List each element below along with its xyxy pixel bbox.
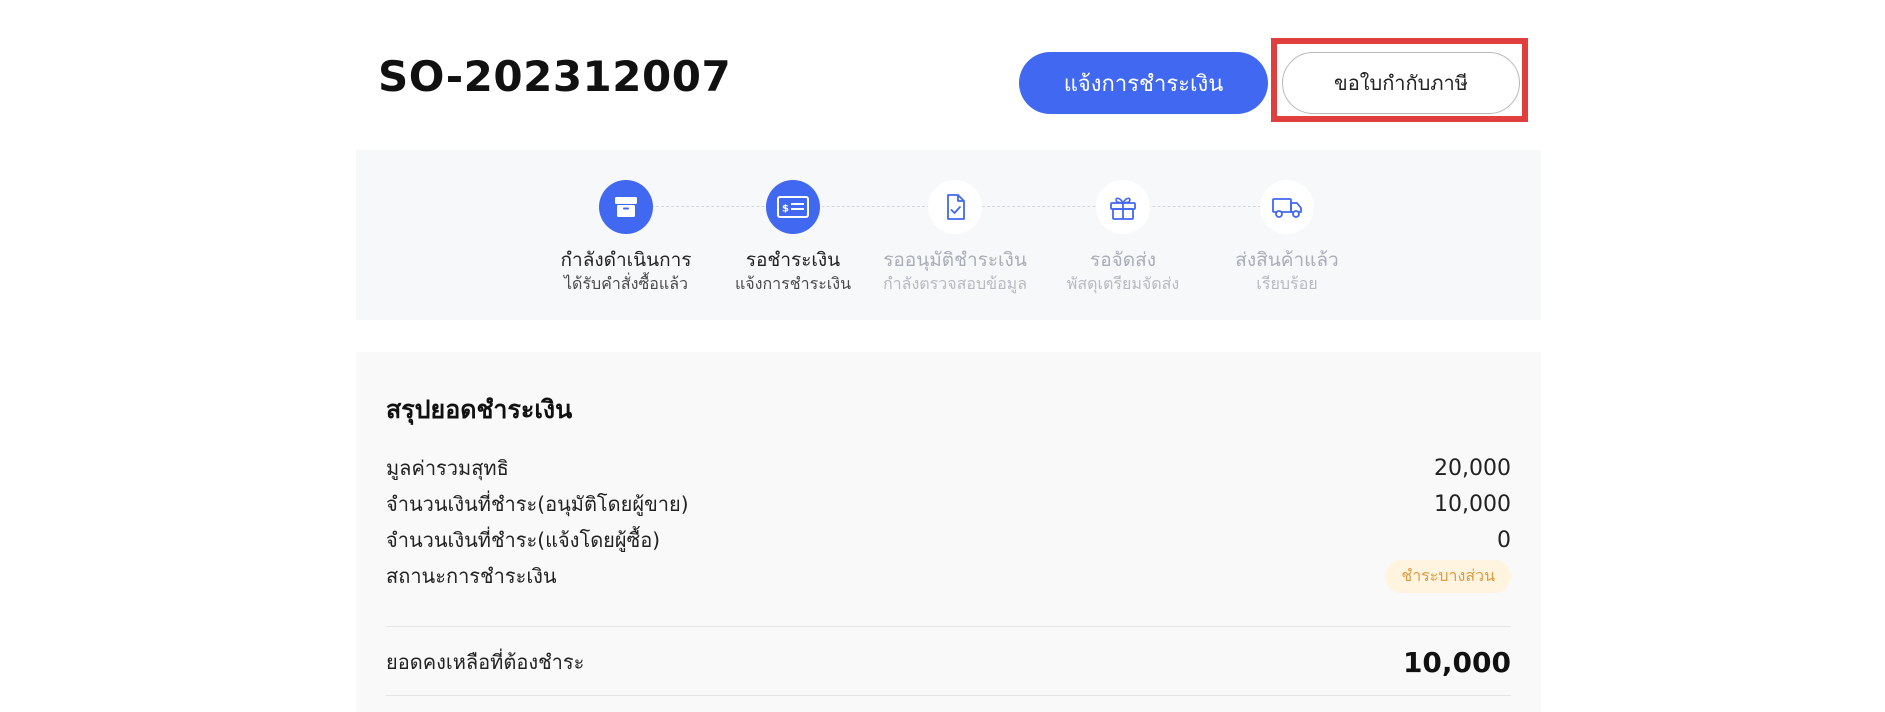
net-total-row: มูลค่ารวมสุทธิ 20,000 — [386, 453, 1511, 483]
document-check-icon — [928, 180, 982, 234]
order-status-stepper: กำลังดำเนินการ ได้รับคำสั่งซื้อแล้ว $ รอ… — [356, 150, 1541, 320]
order-number-title: SO-202312007 — [378, 52, 732, 101]
paid-approved-row: จำนวนเงินที่ชำระ(อนุมัติโดยผู้ขาย) 10,00… — [386, 489, 1511, 519]
step-subtitle: กำลังตรวจสอบข้อมูล — [882, 274, 1028, 293]
order-detail-page: SO-202312007 แจ้งการชำระเงิน ขอใบกำกับภา… — [0, 0, 1885, 712]
balance-label: ยอดคงเหลือที่ต้องชำระ — [386, 650, 585, 674]
payment-status-row: สถานะการชำระเงิน ชำระบางส่วน — [386, 559, 1511, 593]
box-icon — [599, 180, 653, 234]
summary-title: สรุปยอดชำระเงิน — [386, 395, 573, 424]
svg-text:$: $ — [782, 204, 789, 215]
paid-approved-label: จำนวนเงินที่ชำระ(อนุมัติโดยผู้ขาย) — [386, 492, 689, 516]
step-title: กำลังดำเนินการ — [560, 249, 692, 271]
step-title: รอจัดส่ง — [1090, 249, 1156, 271]
summary-divider — [386, 626, 1511, 627]
summary-bottom-divider — [386, 695, 1511, 696]
payment-card-icon: $ — [766, 180, 820, 234]
net-total-value: 20,000 — [1434, 455, 1511, 481]
balance-value: 10,000 — [1402, 645, 1511, 679]
step-subtitle: ได้รับคำสั่งซื้อแล้ว — [563, 274, 689, 293]
payment-status-label: สถานะการชำระเงิน — [386, 564, 557, 588]
delivery-truck-icon — [1260, 180, 1314, 234]
paid-notified-row: จำนวนเงินที่ชำระ(แจ้งโดยผู้ซื้อ) 0 — [386, 525, 1511, 555]
gift-box-icon — [1096, 180, 1150, 234]
balance-row: ยอดคงเหลือที่ต้องชำระ 10,000 — [386, 642, 1511, 682]
paid-notified-value: 0 — [1497, 527, 1511, 553]
step-title: ส่งสินค้าแล้ว — [1235, 249, 1339, 271]
paid-notified-label: จำนวนเงินที่ชำระ(แจ้งโดยผู้ซื้อ) — [386, 528, 661, 552]
payment-status-badge: ชำระบางส่วน — [1385, 559, 1511, 593]
request-tax-invoice-button[interactable]: ขอใบกำกับภาษี — [1282, 52, 1520, 114]
net-total-label: มูลค่ารวมสุทธิ — [386, 456, 509, 480]
step-title: รออนุมัติชำระเงิน — [883, 249, 1027, 271]
step-subtitle: พัสดุเตรียมจัดส่ง — [1066, 274, 1180, 293]
notify-payment-button[interactable]: แจ้งการชำระเงิน — [1019, 52, 1268, 114]
step-subtitle: เรียบร้อย — [1256, 274, 1318, 293]
step-title: รอชำระเงิน — [745, 249, 841, 271]
step-subtitle: แจ้งการชำระเงิน — [734, 274, 851, 293]
paid-approved-value: 10,000 — [1434, 491, 1511, 517]
payment-summary-panel: สรุปยอดชำระเงิน มูลค่ารวมสุทธิ 20,000 จำ… — [356, 352, 1541, 712]
